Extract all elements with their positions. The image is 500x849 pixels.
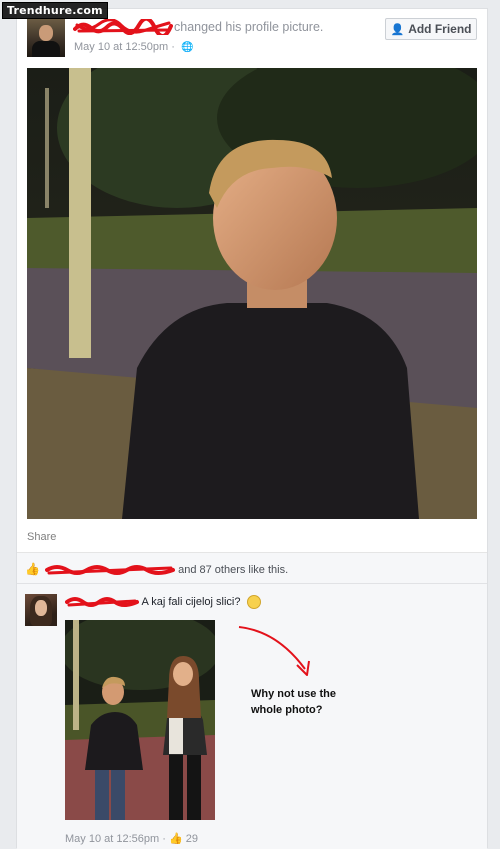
comment-body: A kaj fali cijeloj slici? [65, 595, 261, 609]
add-friend-button[interactable]: 👤 Add Friend [385, 18, 477, 40]
annotation-line-2: whole photo? [251, 704, 323, 716]
likes-summary[interactable]: 👍 and 87 others like this. [25, 562, 288, 576]
comment-text: A kaj fali cijeloj slici? [141, 595, 241, 608]
watermark-label: Trendhure.com [2, 2, 108, 19]
comment-meta: May 10 at 12:56pm · 👍 29 [65, 832, 198, 845]
meta-separator: · [171, 41, 175, 53]
facebook-post-card: changed his profile picture. May 10 at 1… [16, 8, 488, 849]
redacted-poster-name [73, 19, 173, 35]
comment-attached-photo[interactable] [65, 620, 215, 820]
grinning-face-icon [246, 595, 261, 609]
poster-avatar[interactable] [27, 19, 65, 57]
globe-icon: 🌐 [180, 42, 194, 53]
annotation-text: Why not use the whole photo? [251, 686, 371, 718]
like-thumb-icon[interactable]: 👍 [169, 833, 183, 845]
commenter-avatar[interactable] [25, 594, 57, 626]
add-friend-label: Add Friend [408, 22, 472, 36]
likes-text: and 87 others like this. [178, 564, 289, 576]
redacted-liker-names [45, 565, 176, 576]
comment-like-count: 29 [185, 833, 198, 845]
post-action-text: changed his profile picture. [174, 20, 324, 34]
screenshot-frame: Trendhure.com changed his profile pictur… [0, 0, 500, 849]
annotation-line-1: Why not use the [251, 688, 336, 700]
comment-timestamp[interactable]: May 10 at 12:56pm [65, 833, 159, 845]
add-friend-icon: 👤 [390, 23, 405, 36]
share-link[interactable]: Share [27, 531, 56, 543]
post-timestamp[interactable]: May 10 at 12:50pm [74, 41, 168, 53]
redacted-commenter-name [65, 597, 139, 607]
divider [17, 583, 487, 584]
annotation-arrow [238, 626, 310, 676]
profile-photo[interactable] [27, 68, 477, 519]
comments-section: 👍 and 87 others like this. A kaj fali ci… [17, 553, 487, 849]
like-thumb-icon: 👍 [25, 562, 40, 576]
post-meta: May 10 at 12:50pm · 🌐 [74, 41, 193, 53]
meta-separator: · [162, 833, 166, 845]
